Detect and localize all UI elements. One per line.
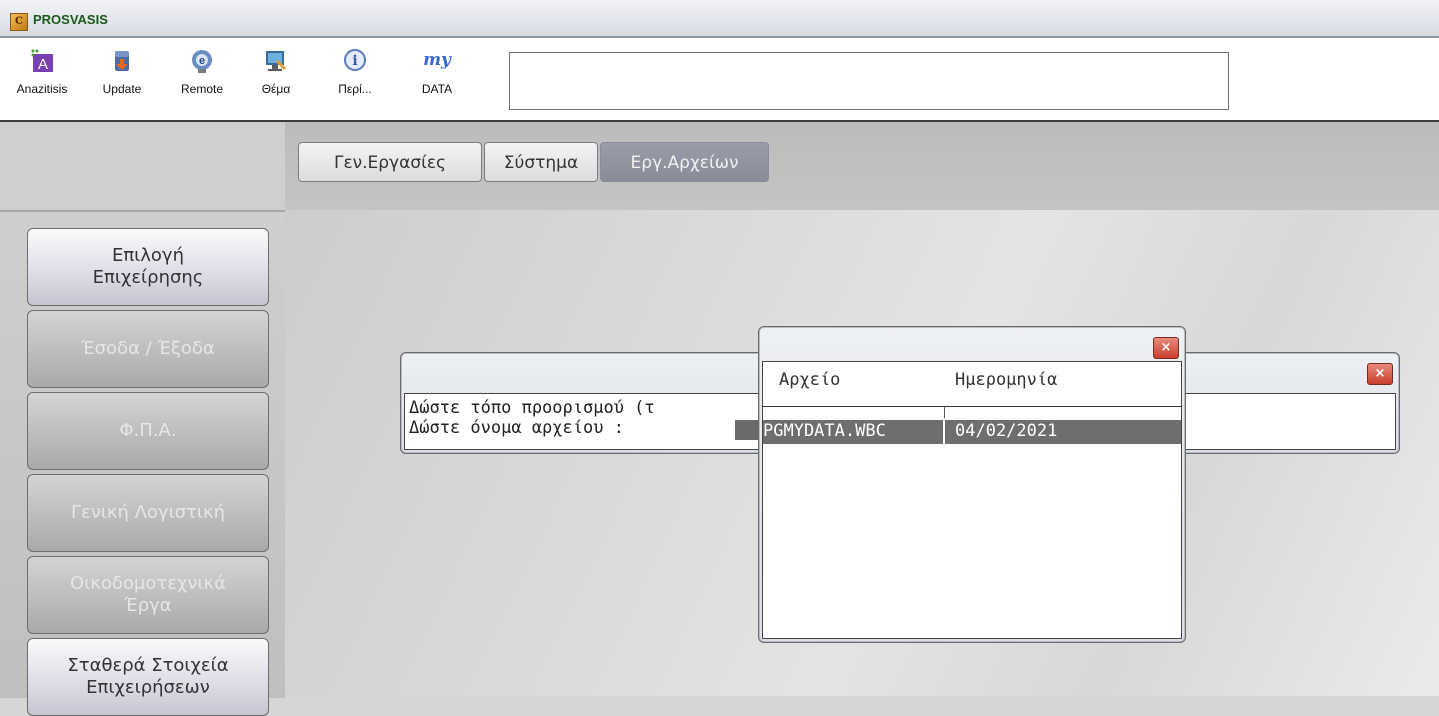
sidebar-item-label: Γενική Λογιστική [70, 502, 226, 523]
filename-prompt: Δώστε όνομα αρχείου : [409, 418, 624, 438]
anazitisis-label: Anazitisis [16, 82, 68, 96]
file-list-dialog: × Αρχείο Ημερομηνία PGMYDATA.WBC 04/02/2… [758, 326, 1186, 643]
sidebar-item-construction-projects[interactable]: Οικοδομοτεχνικά Έργα [27, 556, 269, 634]
file-list: Αρχείο Ημερομηνία PGMYDATA.WBC 04/02/202… [762, 361, 1182, 639]
window-title: PROSVASIS [33, 12, 108, 27]
tab-strip: Γεν.Εργασίες Σύστημα Εργ.Αρχείων [285, 122, 1439, 210]
sidebar-item-fixed-business-data[interactable]: Σταθερά Στοιχεία Επιχειρήσεων [27, 638, 269, 716]
remote-label: Remote [180, 82, 224, 96]
update-label: Update [102, 82, 142, 96]
theme-label: Θέμα [261, 82, 291, 96]
tab-general-tasks[interactable]: Γεν.Εργασίες [298, 142, 482, 182]
my-data-icon-text: my [423, 50, 451, 70]
about-label: Περί... [338, 82, 372, 96]
close-icon: × [1374, 366, 1386, 381]
svg-text:A: A [38, 56, 48, 73]
theme-icon [263, 48, 289, 74]
remote-button[interactable]: e Remote [170, 48, 234, 96]
sidebar-item-sublabel: Έργα [124, 595, 172, 616]
toolbar-search-input[interactable] [509, 52, 1229, 110]
about-button[interactable]: i Περί... [330, 48, 380, 96]
sidebar: Επιλογή Επιχείρησης Έσοδα / Έξοδα Φ.Π.Α. … [0, 210, 285, 716]
sidebar-header [0, 122, 285, 210]
svg-text:e: e [199, 55, 205, 67]
sidebar-item-label: Φ.Π.Α. [119, 420, 177, 441]
header-divider [763, 406, 1181, 407]
search-a-icon: A [29, 48, 55, 74]
tab-file-operations[interactable]: Εργ.Αρχείων [600, 142, 769, 182]
remote-support-icon: e [189, 48, 215, 74]
anazitisis-button[interactable]: A Anazitisis [4, 48, 80, 96]
tab-system[interactable]: Σύστημα [484, 142, 598, 182]
destination-prompt: Δώστε τόπο προορισμού (τ [409, 398, 655, 418]
sidebar-item-vat[interactable]: Φ.Π.Α. [27, 392, 269, 470]
app-logo-icon: C [10, 13, 28, 31]
file-list-close-button[interactable]: × [1153, 337, 1179, 359]
svg-text:i: i [352, 53, 357, 69]
sidebar-item-label: Επιλογή [111, 245, 184, 266]
file-date-cell: 04/02/2021 [955, 421, 1058, 441]
column-header-file: Αρχείο [779, 370, 841, 390]
theme-button[interactable]: Θέμα [254, 48, 298, 96]
sidebar-item-sublabel: Επιχείρησης [92, 267, 204, 288]
update-icon [109, 48, 135, 74]
sidebar-item-income-expenses[interactable]: Έσοδα / Έξοδα [27, 310, 269, 388]
sidebar-item-label: Έσοδα / Έξοδα [81, 338, 215, 359]
column-header-date: Ημερομηνία [955, 370, 1058, 390]
data-button[interactable]: my DATA [412, 48, 462, 96]
sidebar-item-label: Οικοδομοτεχνικά [70, 573, 226, 594]
data-label: DATA [421, 82, 453, 96]
table-row[interactable]: PGMYDATA.WBC 04/02/2021 [763, 420, 1181, 444]
my-data-icon: my [417, 48, 457, 74]
sidebar-item-label: Σταθερά Στοιχεία [67, 655, 229, 676]
cell-divider [943, 420, 945, 444]
title-bar: C PROSVASIS [0, 0, 1439, 38]
toolbar: A Anazitisis Update e Remote Θέμα i Περί… [0, 38, 1439, 122]
info-icon: i [342, 48, 368, 74]
export-dialog-close-button[interactable]: × [1367, 363, 1393, 385]
update-button[interactable]: Update [92, 48, 152, 96]
close-icon: × [1160, 340, 1172, 355]
sidebar-item-select-business[interactable]: Επιλογή Επιχείρησης [27, 228, 269, 306]
column-divider [944, 406, 945, 418]
sidebar-item-general-accounting[interactable]: Γενική Λογιστική [27, 474, 269, 552]
file-name-cell: PGMYDATA.WBC [763, 421, 886, 441]
